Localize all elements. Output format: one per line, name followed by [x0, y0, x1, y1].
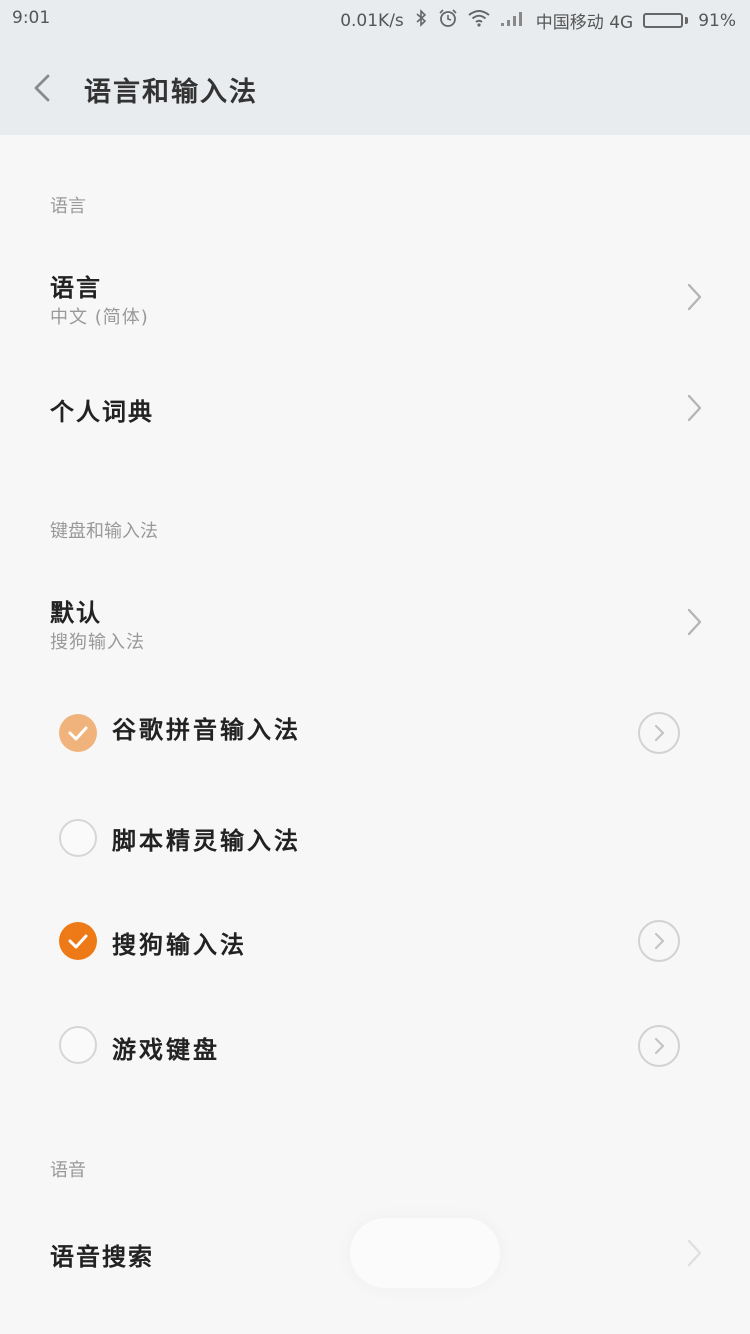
- chevron-right-icon: [687, 283, 702, 311]
- ime-game-keyboard-label: 游戏键盘: [112, 1036, 220, 1064]
- section-header-keyboard: 键盘和输入法: [50, 521, 158, 542]
- default-ime-label: 默认: [50, 599, 102, 627]
- personal-dictionary-row[interactable]: 个人词典: [0, 370, 750, 450]
- personal-dictionary-label: 个人词典: [50, 398, 154, 426]
- default-ime-value: 搜狗输入法: [50, 632, 145, 653]
- battery-icon: [643, 13, 689, 28]
- chevron-left-icon: [34, 74, 50, 102]
- status-time: 9:01: [12, 8, 51, 28]
- status-bar: 9:01 0.01K/s 中国移动 4G 91%: [0, 0, 750, 40]
- signal-icon: [500, 9, 526, 32]
- voice-search-label: 语音搜索: [50, 1243, 154, 1271]
- chevron-right-icon: [687, 1239, 702, 1267]
- chevron-right-circle-icon: [654, 724, 665, 742]
- back-button[interactable]: [24, 66, 64, 110]
- ime-sogou-label: 搜狗输入法: [112, 931, 247, 959]
- ime-game-keyboard-checkbox[interactable]: [59, 1026, 97, 1064]
- bluetooth-icon: [414, 9, 428, 32]
- ime-game-keyboard-settings-button[interactable]: [638, 1025, 680, 1067]
- ime-sogou-checkbox[interactable]: [59, 922, 97, 960]
- section-header-voice: 语音: [50, 1160, 86, 1181]
- network-speed: 0.01K/s: [340, 10, 404, 31]
- ime-google-pinyin-checkbox[interactable]: [59, 714, 97, 752]
- chevron-right-icon: [687, 608, 702, 636]
- ime-sogou-settings-button[interactable]: [638, 920, 680, 962]
- default-ime-row[interactable]: 默认 搜狗输入法: [0, 575, 750, 670]
- chevron-right-circle-icon: [654, 1037, 665, 1055]
- ime-google-pinyin-settings-button[interactable]: [638, 712, 680, 754]
- language-setting-row[interactable]: 语言 中文 (简体): [0, 250, 750, 345]
- checkmark-icon: [68, 726, 88, 741]
- ime-script-sprite-label: 脚本精灵输入法: [112, 827, 301, 855]
- language-value: 中文 (简体): [50, 307, 149, 328]
- wifi-icon: [468, 9, 490, 32]
- checkmark-icon: [68, 934, 88, 949]
- ime-google-pinyin-label: 谷歌拼音输入法: [112, 716, 301, 744]
- chevron-right-circle-icon: [654, 932, 665, 950]
- page-title: 语言和输入法: [84, 77, 258, 108]
- section-header-language: 语言: [50, 196, 86, 217]
- title-bar: 语言和输入法: [0, 40, 750, 135]
- transient-overlay: [350, 1218, 500, 1288]
- ime-script-sprite-checkbox[interactable]: [59, 819, 97, 857]
- status-icons: 0.01K/s 中国移动 4G 91%: [340, 8, 736, 33]
- alarm-icon: [438, 8, 458, 33]
- carrier-label: 中国移动 4G: [535, 13, 634, 33]
- language-label: 语言: [50, 274, 102, 302]
- chevron-right-icon: [687, 394, 702, 422]
- battery-percent: 91%: [698, 10, 736, 31]
